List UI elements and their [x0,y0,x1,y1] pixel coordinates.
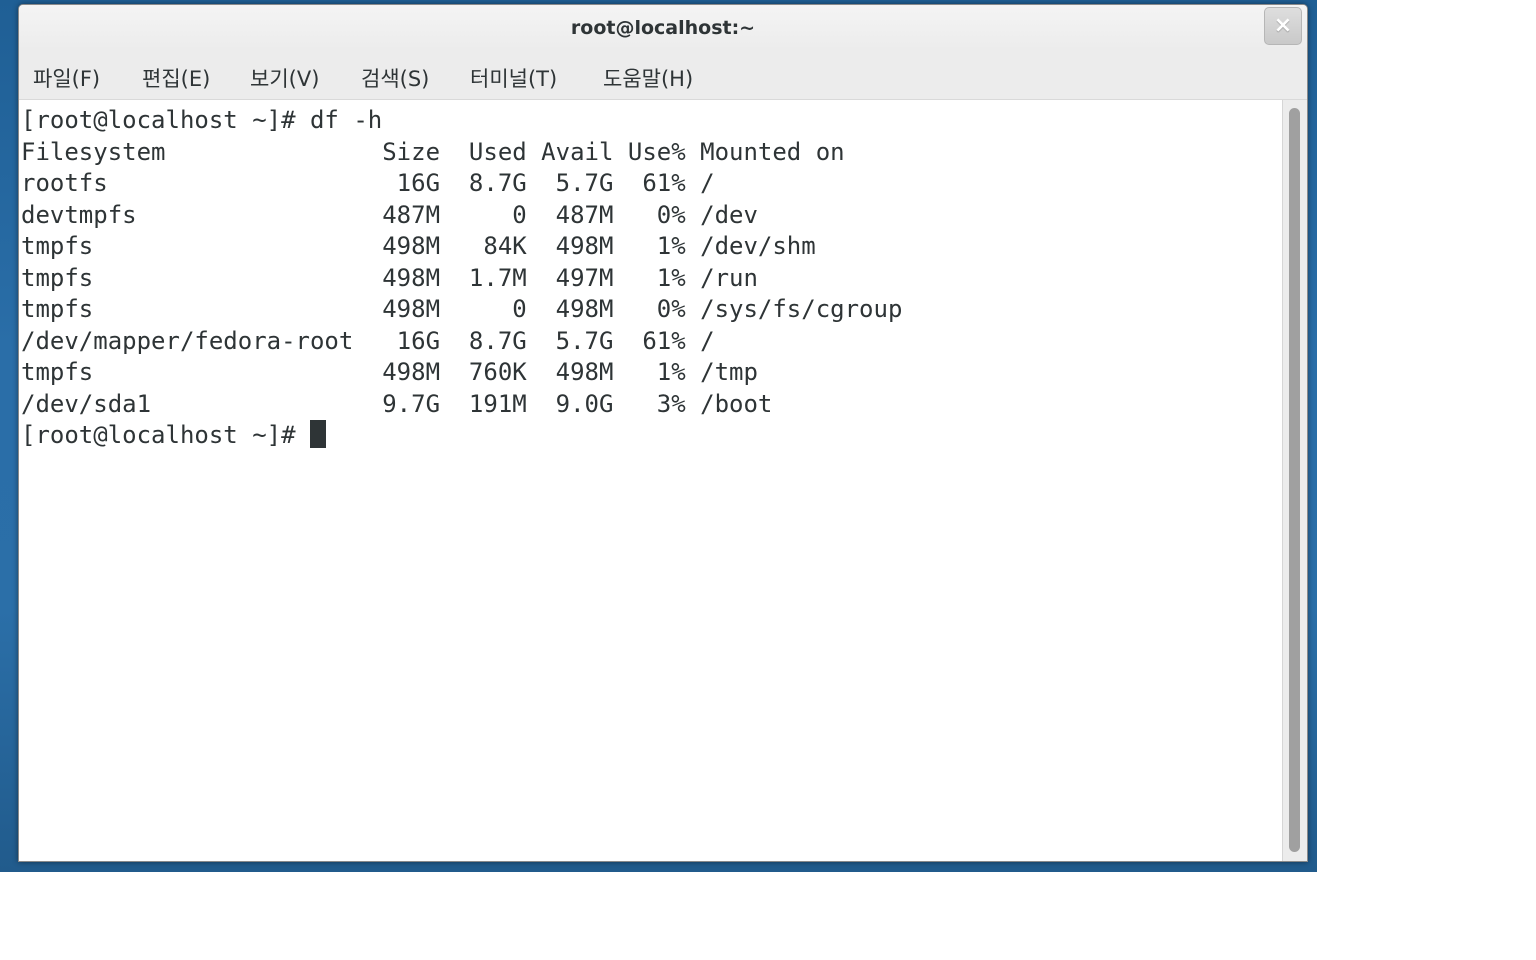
df-row: tmpfs 498M 1.7M 497M 1% /run [21,263,758,292]
terminal-output: [root@localhost ~]# df -h Filesystem Size… [21,105,902,452]
scrollbar-thumb[interactable] [1289,108,1300,852]
df-row: devtmpfs 487M 0 487M 0% /dev [21,200,758,229]
close-icon: × [1273,13,1293,38]
title-bar[interactable]: root@localhost:~ × [19,5,1307,51]
df-row: tmpfs 498M 760K 498M 1% /tmp [21,358,758,386]
df-row: rootfs 16G 8.7G 5.7G 61% / [21,169,715,197]
terminal-window: root@localhost:~ × 파일(F) 편집(E) 보기(V) 검색(… [18,4,1308,862]
df-header: Filesystem Size Used Avail Use% Mounted … [21,137,845,166]
current-prompt: [root@localhost ~]# [21,421,310,449]
window-title: root@localhost:~ [570,17,756,39]
menu-view[interactable]: 보기(V) [250,63,319,93]
menu-edit[interactable]: 편집(E) [142,63,210,93]
menu-bar: 파일(F) 편집(E) 보기(V) 검색(S) 터미널(T) 도움말(H) [19,51,1307,100]
vertical-scrollbar[interactable] [1282,100,1307,861]
menu-help[interactable]: 도움말(H) [603,63,693,93]
menu-file[interactable]: 파일(F) [33,63,100,93]
menu-terminal[interactable]: 터미널(T) [470,63,557,93]
df-row: /dev/mapper/fedora-root 16G 8.7G 5.7G 61… [21,326,715,355]
terminal-area[interactable]: [root@localhost ~]# df -h Filesystem Size… [19,100,1283,861]
menu-search[interactable]: 검색(S) [361,63,429,93]
current-prompt-line: [root@localhost ~]# [21,420,902,452]
command-line: [root@localhost ~]# df -h [21,106,383,134]
df-row: tmpfs 498M 0 498M 0% /sys/fs/cgroup [21,295,903,323]
df-row: /dev/sda1 9.7G 191M 9.0G 3% /boot [21,389,773,418]
df-row: tmpfs 498M 84K 498M 1% /dev/shm [21,232,816,260]
close-button[interactable]: × [1264,7,1302,45]
cursor-block [309,420,326,448]
